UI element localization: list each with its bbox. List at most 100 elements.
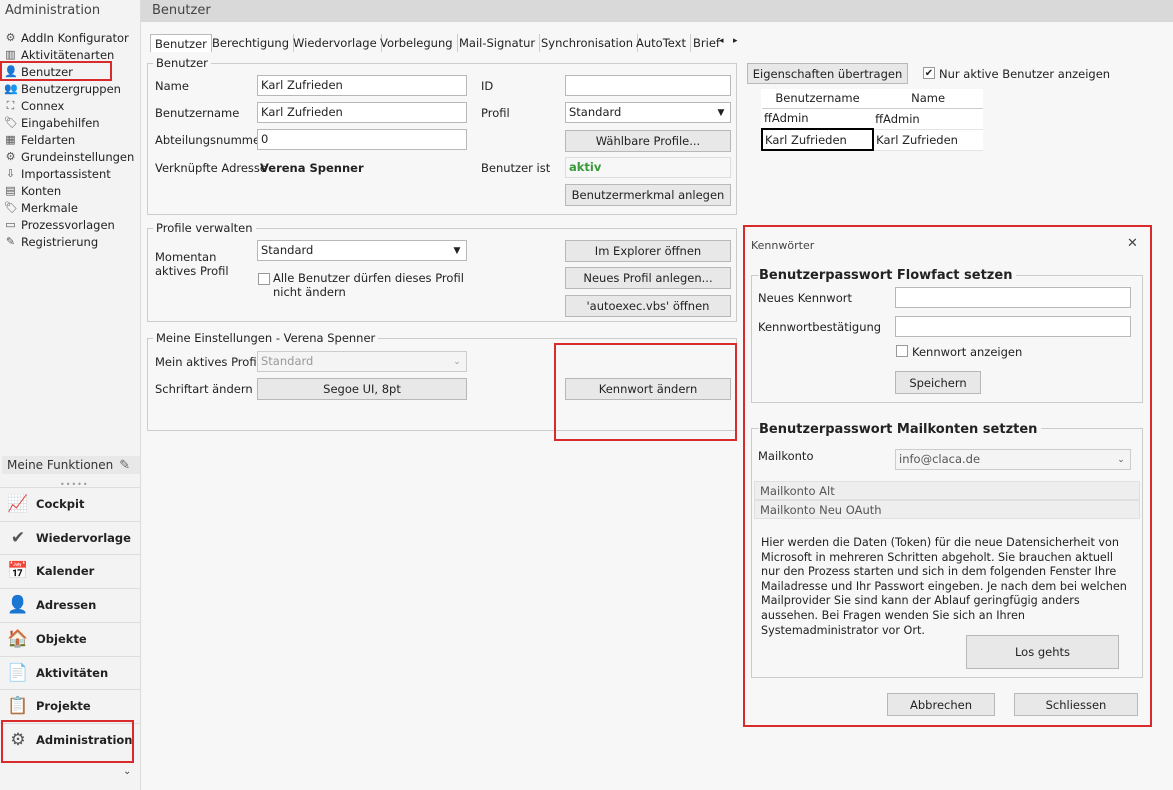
name-field[interactable]: Karl Zufrieden [257, 75, 467, 96]
nav-adressen[interactable]: 👤 Adressen [0, 588, 140, 622]
profile-select[interactable]: Standard ▼ [565, 102, 731, 123]
change-font-button[interactable]: Segoe UI, 8pt [257, 378, 467, 400]
tree-item-label: AddIn Konfigurator [21, 30, 129, 45]
linked-address-value[interactable]: Verena Spenner [260, 161, 364, 175]
start-button[interactable]: Los gehts [966, 635, 1119, 669]
accordion-mail-old[interactable]: Mailkonto Alt [754, 481, 1140, 500]
tree-item-connex[interactable]: ⛶ Connex [4, 97, 65, 114]
cell-name[interactable]: Karl Zufrieden [873, 129, 983, 151]
pencil-icon[interactable]: ✎ [119, 458, 130, 473]
id-field[interactable] [565, 75, 731, 96]
nav-aktivitäten[interactable]: 📄 Aktivitäten [0, 655, 140, 689]
my-functions-bar[interactable]: Meine Funktionen ✎ [2, 456, 140, 474]
tab-wiedervorlage[interactable]: Wiedervorlage [289, 34, 382, 52]
tree-item-label: Benutzergruppen [21, 81, 121, 96]
flowfact-section-title: Benutzerpasswort Flowfact setzen [759, 268, 1017, 283]
accounts-icon: ▤ [5, 184, 16, 197]
tree-item-label: Importassistent [21, 166, 111, 181]
show-password-checkbox[interactable] [896, 345, 908, 357]
tree-item-prozessvorlagen[interactable]: ▭ Prozessvorlagen [4, 216, 115, 233]
new-password-label: Neues Kennwort [758, 291, 852, 305]
transfer-properties-button[interactable]: Eigenschaften übertragen [747, 63, 908, 84]
current-profile-label-line1: Momentan [155, 250, 217, 264]
tree-item-label: Grundeinstellungen [21, 149, 135, 164]
nav-label: Projekte [36, 699, 91, 714]
activities-icon: 📄 [7, 662, 29, 683]
column-header-name[interactable]: Name [873, 89, 983, 109]
tab-vorbelegung[interactable]: Vorbelegung [376, 34, 458, 52]
nav-label: Adressen [36, 598, 97, 613]
new-profile-button[interactable]: Neues Profil anlegen... [565, 267, 731, 289]
tree-item-importassistent[interactable]: ⇩ Importassistent [4, 165, 111, 182]
tree-item-benutzergruppen[interactable]: 👥 Benutzergruppen [4, 80, 121, 97]
mail-account-select[interactable]: info@claca.de ⌄ [895, 449, 1131, 470]
confirm-password-field[interactable] [895, 316, 1131, 337]
users-icon: 👥 [4, 82, 18, 95]
my-profile-label: Mein aktives Profil [155, 355, 260, 369]
active-only-checkbox[interactable]: ✔ [923, 67, 935, 79]
chevron-down-icon[interactable]: ▼ [712, 103, 730, 122]
connex-icon: ⛶ [6, 99, 15, 112]
tree-item-feldarten[interactable]: ▦ Feldarten [4, 131, 75, 148]
tab-scroll-left-icon[interactable]: ◂ [719, 36, 724, 46]
open-in-explorer-button[interactable]: Im Explorer öffnen [565, 240, 731, 262]
cell-name[interactable]: ffAdmin [873, 108, 983, 130]
change-font-label: Schriftart ändern [155, 382, 253, 396]
create-feature-button[interactable]: Benutzermerkmal anlegen [565, 184, 731, 206]
tag-outline-icon: 🏷 [4, 201, 18, 214]
nav-objekte[interactable]: 🏠 Objekte [0, 621, 140, 655]
tree-item-merkmale[interactable]: 🏷 Merkmale [4, 199, 78, 216]
tree-item-konten[interactable]: ▤ Konten [4, 182, 61, 199]
tab-benutzer[interactable]: Benutzer [150, 34, 212, 52]
registration-icon: ✎ [5, 235, 16, 248]
fields-icon: ▦ [5, 133, 16, 146]
tab-mail-signatur[interactable]: Mail-Signatur [455, 34, 541, 52]
close-icon[interactable]: ✕ [1127, 236, 1138, 251]
lock-profile-checkbox[interactable] [258, 273, 270, 285]
chevron-down-icon[interactable]: ⌄ [123, 766, 131, 777]
nav-kalender[interactable]: 📅 Kalender [0, 554, 140, 588]
tree-item-registrierung[interactable]: ✎ Registrierung [4, 233, 98, 250]
users-table: Benutzername Name ffAdmin ffAdmin Karl Z… [760, 89, 983, 151]
cancel-button[interactable]: Abbrechen [887, 693, 995, 716]
open-autoexec-button[interactable]: 'autoexec.vbs' öffnen [565, 295, 731, 317]
nav-cockpit[interactable]: 📈 Cockpit [0, 487, 140, 520]
mail-section-title: Benutzerpasswort Mailkonten setzten [759, 422, 1042, 437]
save-button[interactable]: Speichern [895, 371, 981, 394]
tab-autotext[interactable]: AutoText [632, 34, 691, 52]
nav-projekte[interactable]: 📋 Projekte [0, 689, 140, 723]
department-field[interactable]: 0 [257, 129, 467, 150]
tab-berechtigung[interactable]: Berechtigung [208, 34, 295, 52]
nav-label: Cockpit [36, 497, 85, 511]
selectable-profiles-button[interactable]: Wählbare Profile... [565, 130, 731, 152]
tree-item-grundeinstellungen[interactable]: ⚙ Grundeinstellungen [4, 148, 135, 165]
lock-profile-label-line2: nicht ändern [273, 285, 346, 299]
tab-scroll-right-icon[interactable]: ▸ [733, 36, 738, 46]
calendar-icon: 📅 [7, 561, 29, 582]
username-label: Benutzername [155, 106, 240, 120]
tree-item-eingabehilfen[interactable]: 🏷 Eingabehilfen [4, 114, 100, 131]
accordion-mail-oauth[interactable]: Mailkonto Neu OAuth [754, 500, 1140, 519]
tab-synchronisation[interactable]: Synchronisation [537, 34, 639, 52]
accordion-mail-old-label: Mailkonto Alt [760, 483, 835, 498]
new-password-field[interactable] [895, 287, 1131, 308]
tree-item-addin-konfigurator[interactable]: ⚙ AddIn Konfigurator [4, 29, 129, 46]
username-field[interactable]: Karl Zufrieden [257, 102, 467, 123]
nav-wiedervorlage[interactable]: ✔ Wiedervorlage [0, 520, 140, 554]
selected-nav-highlight [1, 720, 134, 763]
chevron-down-icon[interactable]: ▼ [448, 241, 466, 260]
change-password-button[interactable]: Kennwort ändern [565, 378, 731, 400]
chevron-down-icon[interactable]: ⌄ [1112, 450, 1130, 469]
cockpit-icon: 📈 [7, 494, 29, 514]
table-row[interactable]: Karl Zufrieden Karl Zufrieden [760, 128, 983, 151]
table-row[interactable]: ffAdmin ffAdmin [762, 108, 983, 130]
profile-label: Profil [481, 106, 510, 120]
cell-username[interactable]: ffAdmin [762, 108, 874, 130]
cell-username[interactable]: Karl Zufrieden [760, 128, 875, 151]
current-profile-select[interactable]: Standard ▼ [257, 240, 467, 261]
close-button[interactable]: Schliessen [1014, 693, 1138, 716]
chart-icon: ▥ [5, 48, 16, 61]
column-header-username[interactable]: Benutzername [762, 89, 874, 109]
sidebar-title: Administration [5, 3, 101, 18]
gears-icon: ⚙ [5, 31, 16, 44]
